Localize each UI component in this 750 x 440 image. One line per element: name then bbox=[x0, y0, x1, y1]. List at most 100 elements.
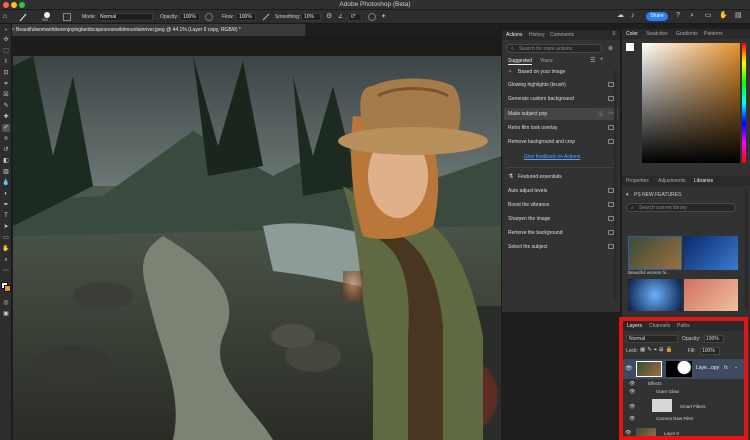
flow-input[interactable]: 100% bbox=[236, 13, 256, 21]
search-icon[interactable]: ⌕ bbox=[690, 12, 698, 20]
action-item[interactable]: Remove the background bbox=[508, 228, 600, 238]
clear-search-icon[interactable]: ⊗ bbox=[608, 45, 613, 52]
object-selection-tool-icon[interactable]: ⊡ bbox=[2, 69, 10, 77]
library-thumbnail[interactable] bbox=[684, 279, 738, 311]
feedback-link[interactable]: Give feedback on Actions bbox=[524, 154, 580, 160]
action-item-label: Select the subject bbox=[508, 244, 548, 250]
history-brush-tool-icon[interactable]: ↺ bbox=[2, 146, 10, 154]
pressure-opacity-icon[interactable] bbox=[205, 13, 213, 21]
tab-gradients[interactable]: Gradients bbox=[676, 31, 698, 37]
action-item[interactable]: Boost the vibrance bbox=[508, 200, 600, 210]
eyedropper-tool-icon[interactable]: ✎ bbox=[2, 102, 10, 110]
smoothing-label: Smoothing: bbox=[275, 14, 301, 20]
hand-tool-icon[interactable]: ✋ bbox=[719, 12, 728, 20]
tab-history[interactable]: History bbox=[529, 32, 545, 38]
action-item[interactable]: Glowing highlights (brush) bbox=[508, 80, 600, 90]
type-tool-icon[interactable]: T bbox=[2, 212, 10, 220]
tab-patterns[interactable]: Patterns bbox=[704, 31, 723, 37]
close-tab-icon[interactable]: × bbox=[12, 27, 15, 33]
hand-tool-side-icon[interactable]: ✋ bbox=[2, 245, 10, 253]
new-action-icon[interactable]: ☰ bbox=[590, 57, 595, 64]
path-selection-tool-icon[interactable]: ➤ bbox=[2, 223, 10, 231]
workspace-icon[interactable]: ▭ bbox=[705, 12, 713, 20]
color-swatches[interactable] bbox=[1, 282, 11, 292]
panel-menu-icon[interactable]: ≡ bbox=[612, 31, 616, 37]
tab-actions[interactable]: Actions bbox=[506, 32, 522, 38]
action-item[interactable]: Sharpen the image bbox=[508, 214, 600, 224]
symmetry-icon[interactable]: ✦ bbox=[381, 13, 389, 21]
add-action-icon[interactable]: + bbox=[600, 57, 604, 63]
dodge-tool-icon[interactable]: ◐ bbox=[2, 190, 10, 198]
opacity-input[interactable]: 100% bbox=[180, 13, 200, 21]
libraries-scrollbar[interactable] bbox=[745, 189, 748, 309]
tab-swatches[interactable]: Swatches bbox=[646, 31, 668, 37]
gradient-tool-icon[interactable]: ▨ bbox=[2, 168, 10, 176]
actions-search-input[interactable]: ⌕ Search for more actions bbox=[506, 44, 602, 53]
action-item[interactable]: Select the subject bbox=[508, 242, 600, 252]
smoothing-settings-icon[interactable]: ⚙ bbox=[326, 13, 334, 21]
action-item-hovered[interactable]: Make subject pop bbox=[508, 109, 600, 119]
clone-stamp-tool-icon[interactable]: ⍟ bbox=[2, 135, 10, 143]
cloud-docs-icon[interactable]: ☁ bbox=[617, 12, 625, 20]
library-name-row[interactable]: ▾ PS NEW FEATURES bbox=[626, 191, 736, 199]
spot-healing-tool-icon[interactable]: ✚ bbox=[2, 113, 10, 121]
quick-mask-icon[interactable]: ◎ bbox=[2, 299, 10, 307]
background-color[interactable] bbox=[4, 285, 11, 292]
smoothing-input[interactable]: 10% bbox=[301, 13, 321, 21]
eraser-tool-icon[interactable]: ◧ bbox=[2, 157, 10, 165]
share-button[interactable]: Share bbox=[646, 12, 668, 21]
brush-tool-icon-active[interactable]: ✐ bbox=[2, 124, 10, 132]
brush-preset-picker[interactable]: 300 bbox=[42, 12, 52, 22]
more-tools-icon[interactable]: ⋯ bbox=[2, 267, 10, 275]
tab-adjustments[interactable]: Adjustments bbox=[658, 178, 686, 184]
info-icon[interactable]: ⓘ bbox=[598, 111, 603, 118]
mode-select[interactable]: Normal bbox=[97, 13, 153, 21]
library-thumbnail[interactable] bbox=[628, 236, 682, 270]
tab-comments[interactable]: Comments bbox=[550, 32, 574, 38]
brush-settings-icon[interactable] bbox=[63, 13, 71, 21]
action-item[interactable]: Retro film look overlay bbox=[508, 123, 600, 133]
airbrush-icon[interactable] bbox=[262, 13, 270, 21]
chevron-down-icon: ▾ bbox=[626, 192, 629, 198]
library-thumbnail[interactable] bbox=[684, 236, 738, 270]
flow-label: Flow: bbox=[222, 14, 234, 20]
angle-input[interactable]: 0° bbox=[348, 13, 362, 21]
screen-mode-icon[interactable]: ▣ bbox=[2, 310, 10, 318]
opacity-label: Opacity: bbox=[160, 14, 179, 20]
action-item[interactable]: Generate custom background bbox=[508, 94, 600, 104]
crop-tool-icon[interactable]: ⌗ bbox=[2, 80, 10, 88]
hue-slider[interactable] bbox=[742, 43, 746, 163]
subtab-suggested[interactable]: Suggested bbox=[508, 58, 532, 65]
action-item[interactable]: Auto adjust levels bbox=[508, 186, 600, 196]
zoom-tool-icon[interactable]: ⌕ bbox=[2, 256, 10, 264]
fg-color-swatch[interactable] bbox=[626, 43, 634, 51]
library-search-input[interactable]: ⌕ Search current library bbox=[626, 203, 736, 212]
document-canvas[interactable] bbox=[13, 36, 501, 440]
action-item-label: Make subject pop bbox=[508, 111, 548, 117]
tab-properties[interactable]: Properties bbox=[626, 178, 649, 184]
color-picker-field[interactable] bbox=[642, 43, 740, 163]
collapse-toolbar-icon[interactable]: » bbox=[2, 26, 10, 34]
based-on-header: ✧ Based on your image bbox=[508, 68, 608, 77]
lasso-tool-icon[interactable]: ℓ bbox=[2, 58, 10, 66]
document-tab[interactable]: × Beautifulwomanhikerenjoyinglandscapesr… bbox=[12, 24, 306, 36]
rectangle-tool-icon[interactable]: ▭ bbox=[2, 234, 10, 242]
brush-tool-icon[interactable] bbox=[18, 12, 28, 22]
tab-libraries[interactable]: Libraries bbox=[694, 178, 713, 184]
frame-tool-icon[interactable]: ☒ bbox=[2, 91, 10, 99]
blur-tool-icon[interactable]: 💧 bbox=[2, 179, 10, 187]
home-icon[interactable]: ⌂ bbox=[3, 13, 9, 21]
help-icon[interactable]: ? bbox=[676, 12, 684, 20]
angle-icon: ∠ bbox=[338, 14, 344, 20]
tab-color[interactable]: Color bbox=[626, 31, 638, 37]
pressure-size-icon[interactable] bbox=[368, 13, 376, 21]
library-thumbnail[interactable] bbox=[628, 279, 682, 311]
action-item[interactable]: Remove background and crop bbox=[508, 137, 600, 147]
notifications-icon[interactable]: ♪ bbox=[631, 12, 639, 20]
pen-tool-icon[interactable]: ✒ bbox=[2, 201, 10, 209]
layout-icon[interactable]: ▤ bbox=[735, 12, 743, 20]
subtab-yours[interactable]: Yours bbox=[540, 58, 553, 64]
marquee-tool-icon[interactable]: ⬚ bbox=[2, 47, 10, 55]
move-tool-icon[interactable]: ✣ bbox=[2, 36, 10, 44]
actions-scrollbar[interactable] bbox=[614, 70, 617, 300]
